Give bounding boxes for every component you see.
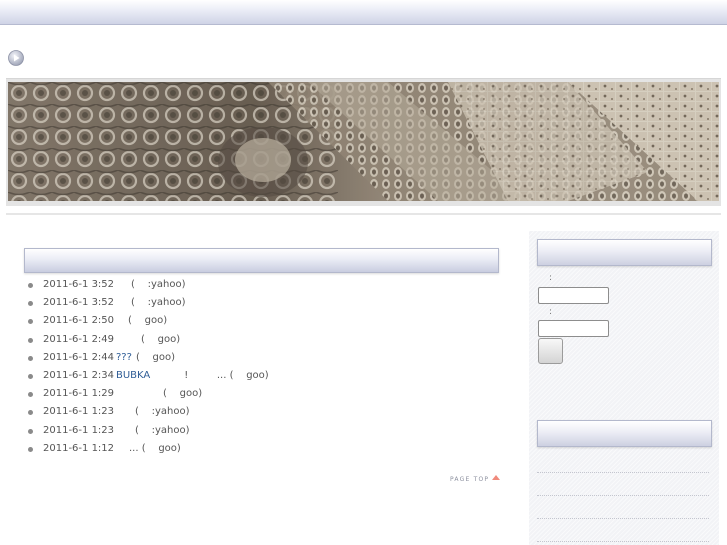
bullet-icon: [28, 410, 33, 416]
list-item[interactable]: 2011-6-1 1:12 ... ( goo): [26, 441, 496, 459]
entry-date: 2011-6-1 3:52: [43, 279, 115, 290]
entry-date: 2011-6-1 1:23: [43, 406, 115, 418]
list-item[interactable]: 2011-6-1 2:49 ( goo): [26, 332, 496, 350]
entry-date: 2011-6-1 1:12: [43, 442, 115, 454]
bullet-icon: [28, 355, 33, 361]
sidebar: : :: [529, 231, 719, 545]
password-label: :: [549, 307, 553, 317]
entry-date: 2011-6-1 2:49: [43, 333, 115, 345]
divider: [6, 213, 721, 215]
entry-source: ( goo): [141, 333, 181, 345]
user-id-input[interactable]: [538, 287, 609, 304]
top-header-bar: [0, 0, 727, 25]
login-section-header: [537, 239, 712, 266]
main-section-header: [24, 248, 499, 273]
entry-text: 2011-6-1 2:34 BUBKA ! ... ( goo): [43, 368, 269, 384]
entry-source: ( goo): [128, 315, 168, 327]
list-item[interactable]: 2011-6-1 3:52 ( :yahoo): [26, 277, 496, 295]
entry-source: ( :yahoo): [135, 406, 190, 418]
bullet-icon: [28, 373, 33, 379]
secondary-section-header: [537, 420, 712, 447]
list-item[interactable]: 2011-6-1 3:52 ( :yahoo): [26, 295, 496, 313]
entry-text: 2011-6-1 1:12 ... ( goo): [43, 441, 181, 457]
bullet-icon: [28, 283, 33, 288]
entry-source: ( goo): [163, 388, 203, 400]
entry-source: ( goo): [135, 351, 176, 363]
banner-frame: [6, 78, 721, 206]
list-item[interactable]: 2011-6-1 1:23 ( :yahoo): [26, 423, 496, 441]
page-top-link[interactable]: PAGE TOP: [450, 475, 501, 483]
list-item[interactable]: 2011-6-1 1:23 ( :yahoo): [26, 404, 496, 422]
user-label: :: [549, 273, 553, 283]
list-item[interactable]: 2011-6-1 1:29 ( goo): [26, 386, 496, 404]
entry-source: ... ( goo): [129, 442, 181, 454]
entry-date: 2011-6-1 2:44: [43, 351, 115, 363]
entry-text: 2011-6-1 2:49 ( goo): [43, 332, 180, 348]
dotted-divider: [537, 541, 709, 542]
login-button[interactable]: [538, 338, 563, 364]
entry-link[interactable]: BUBKA: [116, 370, 150, 381]
entry-source: ( :yahoo): [131, 279, 186, 290]
entry-text: 2011-6-1 2:50 ( goo): [43, 313, 167, 329]
entry-text: 2011-6-1 1:23 ( :yahoo): [43, 423, 190, 439]
entry-text: 2011-6-1 3:52 ( :yahoo): [43, 277, 186, 293]
entry-text: 2011-6-1 3:52 ( :yahoo): [43, 295, 186, 311]
bullet-icon: [28, 428, 33, 434]
entry-text: 2011-6-1 2:44???( goo): [43, 350, 175, 366]
bullet-icon: [28, 319, 33, 325]
entry-text: 2011-6-1 1:29 ( goo): [43, 386, 202, 402]
dotted-divider: [537, 518, 709, 519]
entry-source: ( :yahoo): [131, 297, 186, 309]
entry-date: 2011-6-1 3:52: [43, 297, 115, 309]
page-top-label: PAGE TOP: [450, 476, 490, 483]
list-item[interactable]: 2011-6-1 2:50 ( goo): [26, 313, 496, 331]
entry-source: ( :yahoo): [135, 424, 190, 436]
entry-date: 2011-6-1 1:23: [43, 424, 115, 436]
entry-date: 2011-6-1 2:34: [43, 369, 115, 381]
list-item[interactable]: 2011-6-1 2:34 BUBKA ! ... ( goo): [26, 368, 496, 386]
entry-list: 2011-6-1 3:52 ( :yahoo) 2011-6-1 3:52 ( :ya…: [26, 277, 496, 459]
dotted-divider: [537, 472, 709, 473]
play-icon[interactable]: [8, 50, 24, 66]
banner-image: [8, 82, 719, 201]
bullet-icon: [28, 392, 33, 398]
entry-date: 2011-6-1 2:50: [43, 315, 115, 327]
entry-text: 2011-6-1 1:23 ( :yahoo): [43, 404, 190, 420]
up-arrow-icon: [492, 475, 501, 480]
password-input[interactable]: [538, 320, 609, 337]
entry-source: ! ... ( goo): [184, 369, 269, 381]
entry-date: 2011-6-1 1:29: [43, 388, 115, 400]
dotted-divider: [537, 495, 709, 496]
entry-link[interactable]: ???: [116, 352, 132, 363]
bullet-icon: [28, 446, 33, 452]
bullet-icon: [28, 301, 33, 307]
list-item[interactable]: 2011-6-1 2:44???( goo): [26, 350, 496, 368]
bullet-icon: [28, 337, 33, 343]
